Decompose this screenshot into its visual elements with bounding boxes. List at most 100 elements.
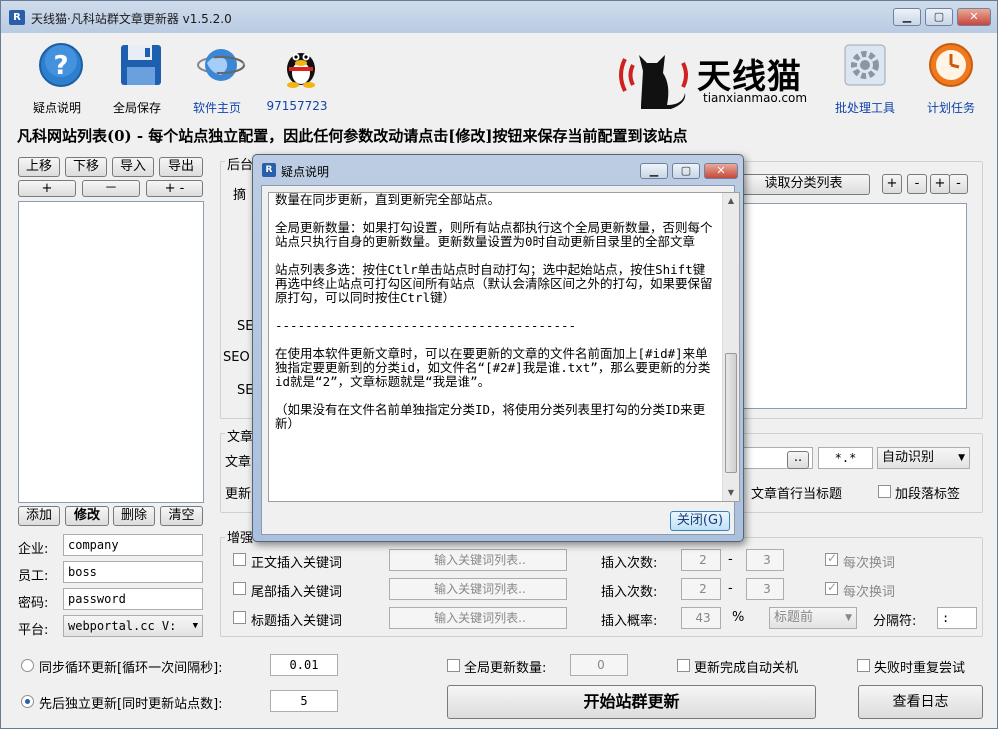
- independent-label: 先后独立更新[同时更新站点数]:: [39, 697, 223, 712]
- global-count-checkbox[interactable]: [447, 659, 460, 672]
- tail-keyword-input[interactable]: 输入关键词列表..: [389, 578, 567, 600]
- title-bar: R 天线猫·凡科站群文章更新器 v1.5.2.0 ▁ ▢ ✕: [1, 1, 997, 33]
- concurrent-sites-field[interactable]: 5: [270, 690, 338, 712]
- sync-loop-label: 同步循环更新[循环一次间隔秒]:: [39, 661, 223, 676]
- fetch-categories-button[interactable]: 读取分类列表: [737, 174, 870, 195]
- title-prob-label: 插入概率:: [601, 614, 658, 629]
- deselect-all-button[interactable]: －: [82, 180, 140, 197]
- category-deselect-2-button[interactable]: -: [949, 174, 968, 194]
- save-all-tool-button[interactable]: 全局保存: [97, 37, 177, 117]
- title-keyword-checkbox[interactable]: [233, 611, 246, 624]
- category-deselect-button[interactable]: -: [907, 174, 927, 194]
- globe-icon: [197, 49, 245, 81]
- staff-label: 员工:: [18, 569, 49, 584]
- save-icon: [121, 45, 161, 85]
- body-count-from[interactable]: 2: [681, 549, 721, 571]
- move-up-button[interactable]: 上移: [18, 157, 60, 177]
- tail-count-to[interactable]: 3: [746, 578, 784, 600]
- settings-icon: [844, 44, 886, 86]
- global-count-label: 全局更新数量:: [464, 661, 547, 676]
- tail-keyword-checkbox[interactable]: [233, 582, 246, 595]
- scroll-up-icon[interactable]: ▲: [723, 193, 739, 209]
- chevron-down-icon: ▼: [958, 453, 965, 463]
- staff-field[interactable]: boss: [63, 561, 203, 583]
- sync-interval-field[interactable]: 0.01: [270, 654, 338, 676]
- body-keyword-input[interactable]: 输入关键词列表..: [389, 549, 567, 571]
- export-button[interactable]: 导出: [159, 157, 203, 177]
- title-keyword-label: 标题插入关键词: [251, 614, 343, 629]
- tail-keyword-label: 尾部插入关键词: [251, 585, 343, 600]
- first-line-title-label: 文章首行当标题: [751, 487, 843, 502]
- import-button[interactable]: 导入: [112, 157, 154, 177]
- edit-button[interactable]: 修改: [65, 506, 109, 526]
- retry-checkbox[interactable]: [857, 659, 870, 672]
- body-count-to[interactable]: 3: [746, 549, 784, 571]
- body-keyword-label: 正文插入关键词: [251, 556, 343, 571]
- close-button[interactable]: ✕: [957, 8, 991, 26]
- auto-shutdown-label: 更新完成自动关机: [694, 661, 799, 676]
- start-update-button[interactable]: 开始站群更新: [447, 685, 816, 719]
- title-prob-field[interactable]: 43: [681, 607, 721, 629]
- category-list[interactable]: [737, 203, 967, 409]
- password-field[interactable]: password: [63, 588, 203, 610]
- body-each-swap-checkbox[interactable]: [825, 551, 838, 566]
- dialog-body: 数量在同步更新，直到更新完全部站点。 全局更新数量：如果打勾设置，则所有站点都执…: [261, 185, 740, 535]
- dialog-close-icon-button[interactable]: ✕: [704, 163, 738, 179]
- help-scrollbar[interactable]: ▲ ▼: [722, 193, 739, 501]
- body-each-swap-label: 每次换词: [843, 556, 896, 571]
- delete-button[interactable]: 删除: [113, 506, 155, 526]
- title-position-select[interactable]: 标题前 ▼: [769, 607, 857, 629]
- add-button[interactable]: 添加: [18, 506, 60, 526]
- article-group-label: 文章: [225, 426, 256, 445]
- qq-tool-button[interactable]: 97157723: [257, 37, 337, 117]
- app-icon: R: [9, 10, 25, 25]
- maximize-button[interactable]: ▢: [925, 8, 953, 26]
- help-text-area[interactable]: 数量在同步更新，直到更新完全部站点。 全局更新数量：如果打勾设置，则所有站点都执…: [268, 192, 740, 502]
- chevron-down-icon: ▼: [845, 613, 852, 623]
- save-all-label: 全局保存: [112, 101, 161, 115]
- dialog-maximize-button[interactable]: ▢: [672, 163, 700, 179]
- qq-penguin-icon: [287, 53, 315, 88]
- title-keyword-input[interactable]: 输入关键词列表..: [389, 607, 567, 629]
- company-label: 企业:: [18, 542, 49, 557]
- minimize-button[interactable]: ▁: [893, 8, 921, 26]
- invert-select-button[interactable]: + -: [146, 180, 203, 197]
- dialog-close-button[interactable]: 关闭(G): [670, 511, 730, 531]
- body-keyword-checkbox[interactable]: [233, 553, 246, 566]
- sync-loop-radio[interactable]: [21, 659, 34, 672]
- tail-count-from[interactable]: 2: [681, 578, 721, 600]
- independent-radio[interactable]: [21, 695, 34, 708]
- browse-button[interactable]: ..: [787, 451, 809, 469]
- global-count-field[interactable]: 0: [570, 654, 628, 676]
- cat-logo-icon: [619, 55, 688, 109]
- dialog-title: 疑点说明: [281, 165, 330, 179]
- encoding-select[interactable]: 自动识别 ▼: [877, 447, 970, 469]
- auto-shutdown-checkbox[interactable]: [677, 659, 690, 672]
- company-field[interactable]: company: [63, 534, 203, 556]
- select-all-button[interactable]: +: [18, 180, 76, 197]
- add-paragraph-checkbox[interactable]: [878, 485, 891, 498]
- category-select-all-2-button[interactable]: +: [930, 174, 950, 194]
- tail-each-swap-checkbox[interactable]: [825, 580, 838, 595]
- clear-button[interactable]: 清空: [160, 506, 203, 526]
- title-prob-percent: %: [732, 610, 745, 625]
- scheduled-label: 计划任务: [926, 101, 975, 115]
- title-position-value: 标题前: [774, 610, 814, 625]
- help-tool-button[interactable]: ? 疑点说明: [17, 37, 97, 117]
- scroll-down-icon[interactable]: ▼: [723, 485, 739, 501]
- site-list[interactable]: [18, 201, 204, 503]
- dialog-minimize-button[interactable]: ▁: [640, 163, 668, 179]
- move-down-button[interactable]: 下移: [65, 157, 107, 177]
- view-log-button[interactable]: 查看日志: [858, 685, 983, 719]
- scrollbar-thumb[interactable]: [725, 353, 737, 473]
- platform-select[interactable]: webportal.cc V: ▼: [63, 615, 203, 637]
- category-select-all-button[interactable]: +: [882, 174, 902, 194]
- batch-tool-button[interactable]: 批处理工具: [825, 37, 905, 117]
- homepage-tool-button[interactable]: 软件主页: [177, 37, 257, 117]
- extension-field[interactable]: *.*: [818, 447, 873, 469]
- scheduled-task-button[interactable]: 计划任务: [911, 37, 991, 117]
- summary-label: 摘: [233, 188, 247, 203]
- seo-label-3: SE: [237, 383, 254, 398]
- password-label: 密码:: [18, 596, 49, 611]
- separator-field[interactable]: :: [937, 607, 977, 629]
